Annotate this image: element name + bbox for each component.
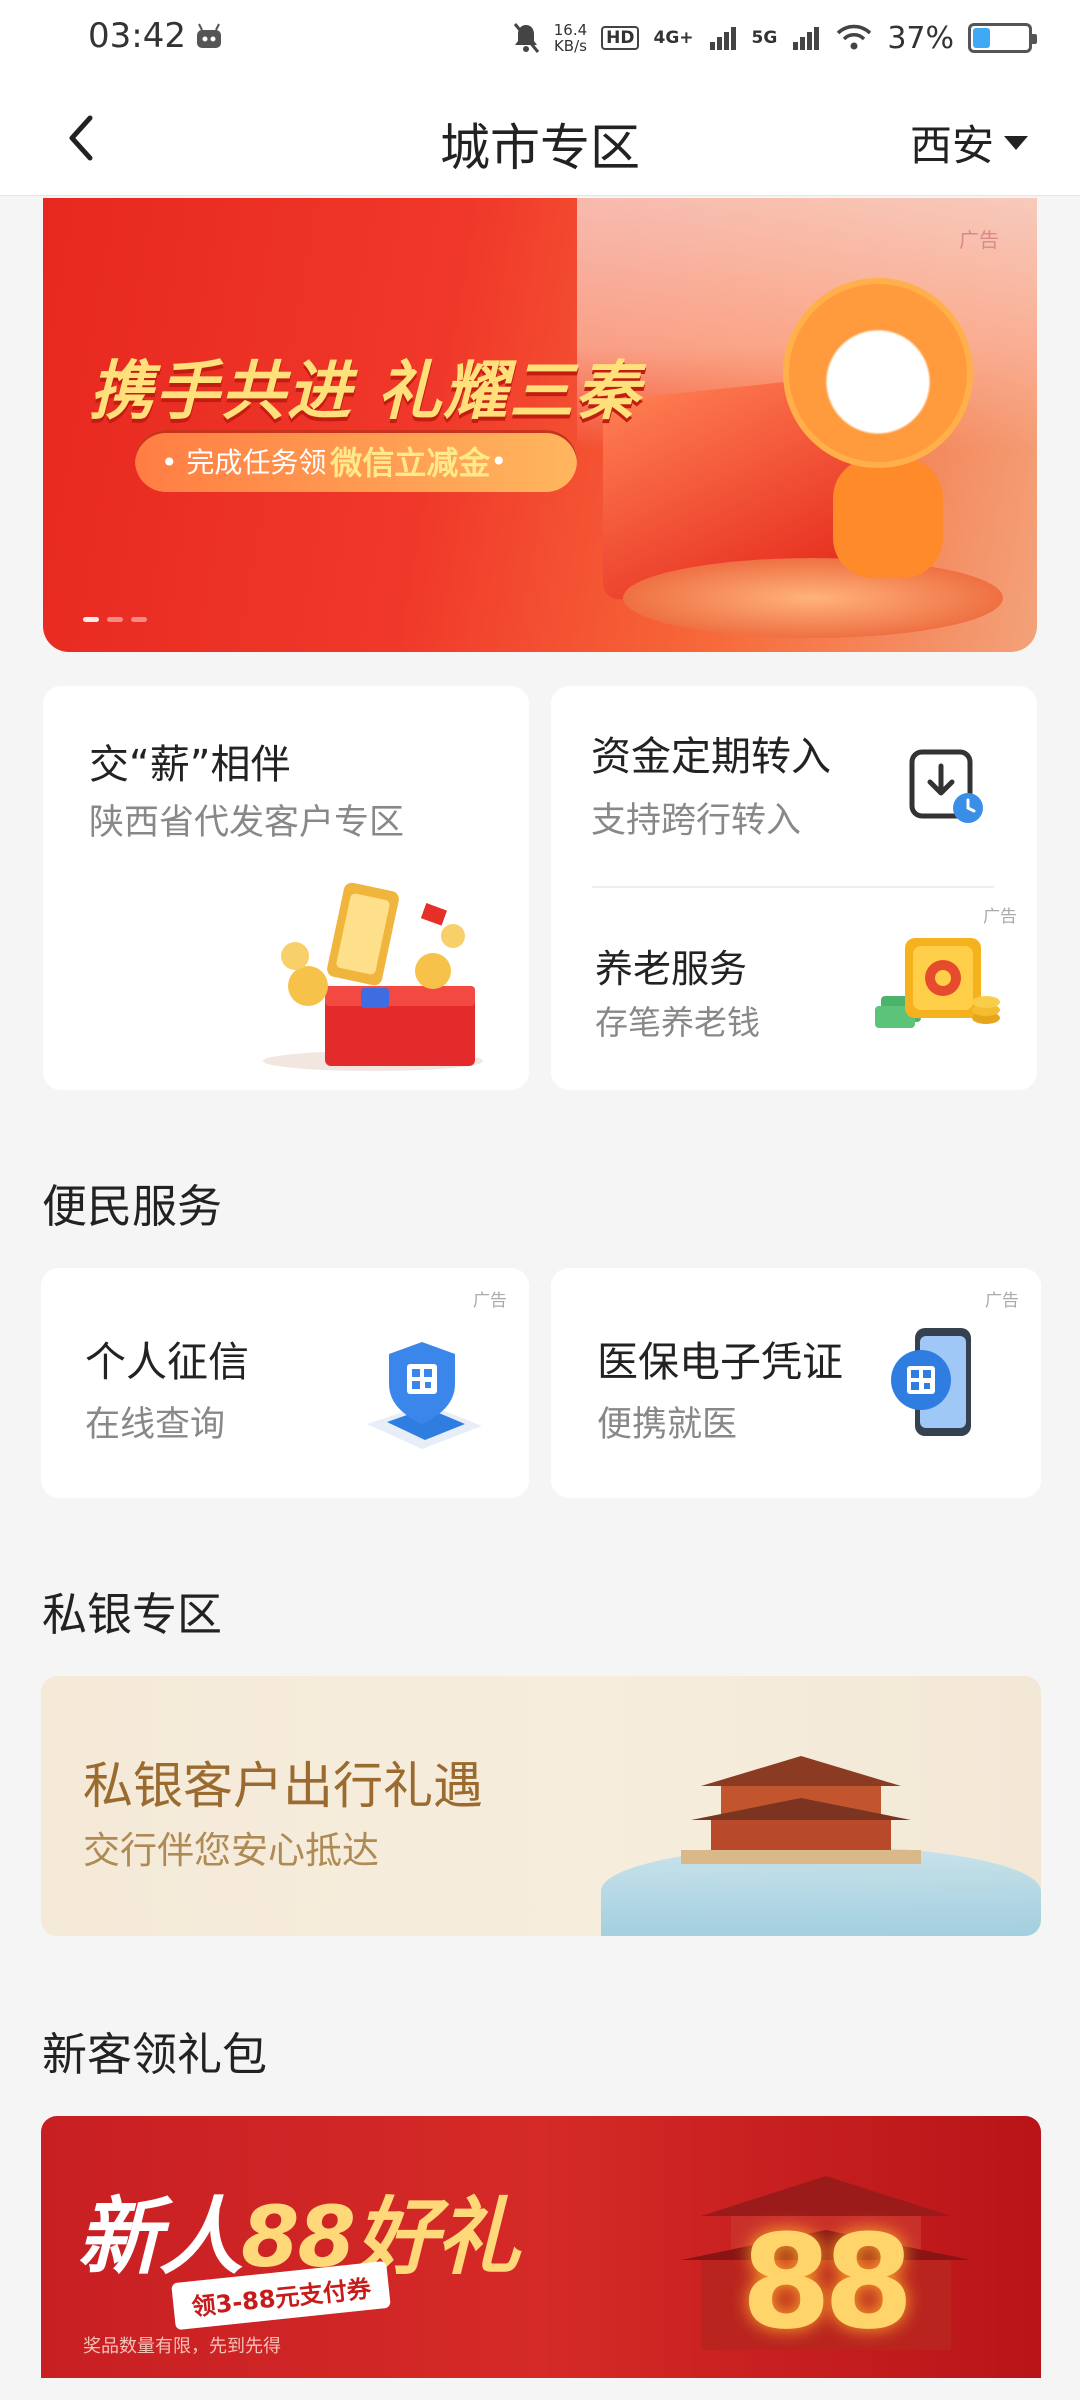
- pension-subtitle: 存笔养老钱: [595, 1003, 760, 1042]
- status-right-group: 16.4 KB/s HD 4G+ 5G 37%: [512, 14, 1037, 62]
- fixed-transfer-subtitle: 支持跨行转入: [591, 801, 802, 841]
- podium-illustration: [623, 558, 1003, 638]
- new-customer-banner[interactable]: 88 新人88好礼 领3-88元支付券 奖品数量有限，先到先得: [41, 2116, 1041, 2378]
- section-title-convenience: 便民服务: [42, 1180, 223, 1233]
- palace-illustration: [681, 1756, 921, 1864]
- pill-prefix: • 完成任务领: [161, 446, 327, 479]
- speed-value: 16.4: [553, 21, 588, 39]
- new-customer-tip: 奖品数量有限，先到先得: [83, 2336, 281, 2357]
- promo-banner[interactable]: 广告 携手共进 礼耀三秦 • 完成任务领 微信立减金 •: [43, 198, 1037, 652]
- salary-card[interactable]: 交“薪”相伴 陕西省代发客户专区: [43, 686, 529, 1090]
- medical-subtitle: 便携就医: [597, 1405, 738, 1445]
- carousel-indicator: [83, 617, 147, 622]
- fixed-transfer-title: 资金定期转入: [591, 734, 831, 780]
- status-bar: 03:42 16.4 KB/s HD 4G+ 5G 37%: [0, 0, 1080, 80]
- card-divider: [592, 886, 994, 888]
- ad-label: 广告: [985, 1291, 1019, 1311]
- shield-qr-icon: [367, 1342, 482, 1449]
- headline-part-a: 新人: [77, 2188, 243, 2286]
- mute-bell-icon: [513, 23, 539, 53]
- caret-down-icon: [1004, 135, 1028, 150]
- ad-label: 广告: [983, 907, 1017, 927]
- pill-suffix: •: [490, 444, 507, 478]
- battery-percent: 37%: [887, 20, 954, 56]
- salary-card-subtitle: 陕西省代发客户专区: [89, 803, 405, 843]
- deer-mascot-illustration: [783, 278, 973, 468]
- mascot-body: [833, 458, 943, 578]
- signal-5g: 5G: [751, 28, 778, 48]
- private-bank-banner[interactable]: 私银客户出行礼遇 交行伴您安心抵达: [41, 1676, 1041, 1936]
- status-time: 03:42: [88, 16, 186, 56]
- medical-insurance-card[interactable]: 广告 医保电子凭证 便携就医: [551, 1268, 1041, 1498]
- big-88-number: 88: [741, 2206, 914, 2358]
- pill-highlight: 微信立减金: [330, 444, 491, 482]
- phone-qr-icon: [891, 1328, 971, 1436]
- banner-headline: 携手共进 礼耀三秦: [89, 355, 642, 429]
- carousel-dot: [83, 617, 99, 622]
- carousel-dot: [131, 617, 147, 622]
- signal-4g: 4G+: [653, 28, 694, 48]
- ad-label: 广告: [959, 228, 999, 252]
- private-bank-title: 私银客户出行礼遇: [83, 1757, 483, 1815]
- banner-pill: • 完成任务领 微信立减金 •: [135, 430, 577, 492]
- signal-bars-5g-icon: [793, 27, 820, 50]
- signal-bars-icon: [709, 27, 736, 50]
- pension-title: 养老服务: [595, 947, 748, 991]
- red-gift-box-coins-icon: [263, 882, 483, 1071]
- hd-badge: HD: [601, 26, 640, 50]
- battery-fill: [973, 28, 991, 48]
- robot-notification-icon: [197, 23, 221, 48]
- city-label: 西安: [909, 121, 994, 170]
- safe-coins-icon: [875, 938, 1000, 1028]
- city-selector[interactable]: 西安: [910, 112, 1028, 173]
- private-bank-subtitle: 交行伴您安心抵达: [83, 1829, 379, 1872]
- download-calendar-icon: [909, 749, 983, 823]
- ad-label: 广告: [473, 1291, 507, 1311]
- salary-card-title: 交“薪”相伴: [89, 742, 291, 788]
- credit-subtitle: 在线查询: [85, 1405, 226, 1445]
- credit-report-card[interactable]: 广告 个人征信 在线查询: [41, 1268, 529, 1498]
- services-card: 资金定期转入 支持跨行转入 广告 养老服务 存笔养老钱: [551, 686, 1037, 1090]
- carousel-dot: [107, 617, 123, 622]
- navigation-bar: 城市专区 西安: [0, 80, 1080, 196]
- section-title-private-bank: 私银专区: [42, 1588, 223, 1641]
- wifi-icon: [837, 24, 872, 50]
- credit-title: 个人征信: [85, 1338, 249, 1386]
- section-title-new-customer: 新客领礼包: [42, 2028, 268, 2081]
- battery-icon: [968, 23, 1037, 53]
- network-speed: 16.4 KB/s: [554, 22, 587, 54]
- medical-title: 医保电子凭证: [597, 1338, 843, 1386]
- speed-unit: KB/s: [553, 37, 587, 55]
